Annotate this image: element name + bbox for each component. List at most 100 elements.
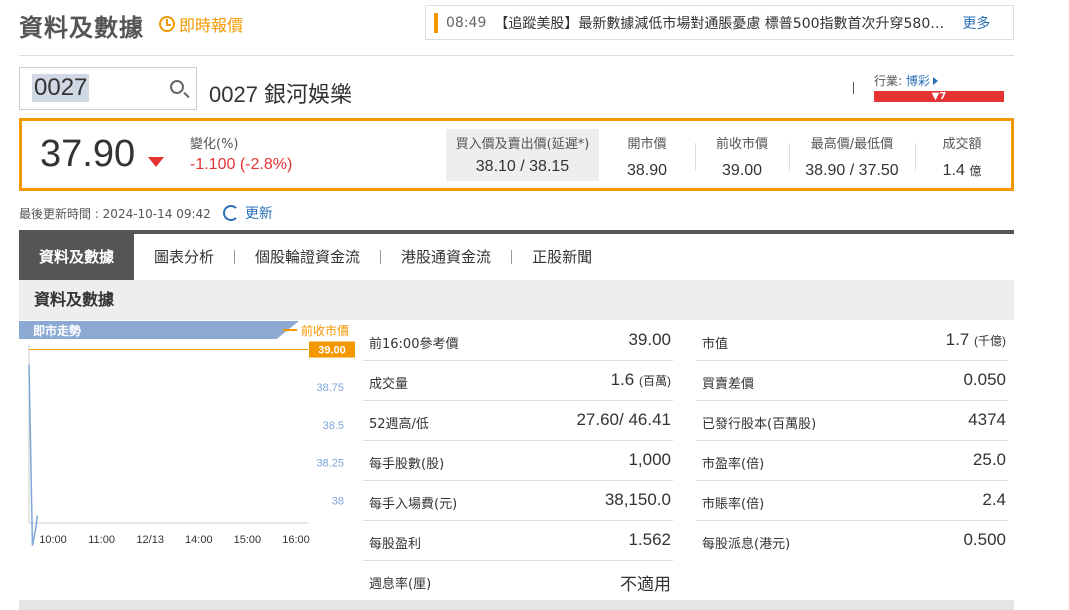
row-value: 1,000 (628, 450, 671, 469)
page-title: 資料及數據 (19, 14, 144, 42)
last-price: 37.90 (40, 133, 136, 175)
row-value: 0.500 (963, 530, 1006, 549)
turnover-unit: 億 (969, 164, 982, 178)
news-marker (434, 12, 438, 33)
row-label: 買賣差價 (702, 377, 755, 392)
table-row: 週息率(厘) 不適用 (363, 561, 673, 601)
row-label: 週息率(厘) (369, 577, 432, 592)
tab-warrant-flow[interactable]: 個股輪證資金流 (235, 234, 380, 280)
bid-ask-value: 38.10 / 38.15 (475, 158, 570, 175)
news-more-link[interactable]: 更多 (962, 13, 990, 33)
x-tick-label: 11:00 (88, 534, 115, 546)
row-label: 52週高/低 (369, 417, 429, 432)
price-series-line (28, 364, 38, 546)
tab-stock-connect-flow[interactable]: 港股通資金流 (381, 234, 511, 280)
row-label: 每股派息(港元) (702, 537, 791, 552)
bid-ask-column: 買入價及賣出價(延遲*) 38.10 / 38.15 (446, 129, 599, 181)
prev-close-column: 前收市價 39.00 (702, 121, 782, 188)
divider (789, 143, 790, 171)
section-title: 資料及數據 (19, 280, 1014, 320)
table-row: 市盈率(倍) 25.0 (696, 441, 1008, 481)
row-label: 已發行股本(百萬股) (702, 417, 817, 432)
table-row: 買賣差價 0.050 (696, 361, 1008, 401)
stock-title: 0027 銀河娛樂 (209, 82, 353, 107)
news-time: 08:49 (446, 14, 487, 31)
last-update-time: 最後更新時間 : 2024-10-14 09:42 (19, 206, 211, 221)
row-label: 前16:00參考價 (369, 337, 459, 352)
x-tick-label: 10:00 (39, 534, 67, 546)
table-row: 52週高/低 27.60/ 46.41 (363, 401, 673, 441)
caret-right-icon (932, 77, 938, 85)
row-label: 每手股數(股) (369, 457, 445, 472)
row-value: 1.562 (628, 530, 671, 549)
prev-close-value: 39.00 (721, 162, 763, 179)
x-tick-label: 14:00 (185, 534, 213, 546)
stock-code-input[interactable]: 0027 (32, 74, 90, 102)
industry-change-bar: ▼7 (874, 91, 1004, 102)
table-row: 市值 1.7 (千億) (696, 321, 1008, 361)
y-tick-label: 38.75 (316, 382, 344, 394)
table-row: 每股派息(港元) 0.500 (696, 521, 1008, 561)
quote-panel: 37.90 變化(%) -1.100 (-2.8%) 買入價及賣出價(延遲*) … (19, 118, 1014, 191)
table-row: 成交量 1.6 (百萬) (363, 361, 673, 401)
row-label: 成交量 (369, 377, 409, 392)
industry-info: 行業: 博彩 (874, 72, 938, 89)
row-label: 市盈率(倍) (702, 457, 765, 472)
industry-link[interactable]: 博彩 (906, 74, 930, 88)
table-row: 已發行股本(百萬股) 4374 (696, 401, 1008, 441)
row-value: 4374 (968, 410, 1006, 429)
table-row: 前16:00參考價 39.00 (363, 321, 673, 361)
row-value: 25.0 (972, 450, 1006, 469)
row-value: 27.60/ 46.41 (576, 410, 671, 429)
x-tick-label: 12/13 (136, 534, 164, 546)
refresh-icon[interactable] (222, 205, 239, 221)
top-bar: 資料及數據 即時報價 08:49 【追蹤美股】最新數據減低市場對通脹憂慮 標普5… (0, 0, 1069, 50)
open-label: 開市價 (627, 137, 667, 152)
row-value: 0.050 (963, 370, 1006, 389)
search-icon[interactable] (170, 80, 184, 94)
divider (19, 55, 1014, 56)
turnover-label: 成交額 (942, 137, 982, 152)
y-tick-label: 38.5 (323, 420, 344, 432)
change-label: 變化(%) (190, 137, 239, 152)
row-value: 1.7 (千億) (945, 330, 1006, 349)
y-tick-label: 38 (332, 495, 344, 507)
stock-search-box[interactable]: 0027 (19, 67, 197, 110)
clock-icon (159, 16, 175, 32)
tab-stock-news[interactable]: 正股新聞 (512, 234, 612, 280)
realtime-quote-link[interactable]: 即時報價 (159, 12, 243, 36)
row-value: 2.4 (982, 490, 1006, 509)
high-low-label: 最高價/最低價 (810, 137, 894, 152)
x-tick-label: 15:00 (234, 534, 262, 546)
news-ticker[interactable]: 08:49 【追蹤美股】最新數據減低市場對通脹憂慮 標普500指數首次升穿580… (425, 5, 1014, 40)
news-headline[interactable]: 【追蹤美股】最新數據減低市場對通脹憂慮 標普500指數首次升穿580… (494, 13, 954, 33)
table-row: 市賬率(倍) 2.4 (696, 481, 1008, 521)
row-value: 不適用 (620, 575, 671, 594)
prev-close-label: 前收市價 (715, 137, 768, 152)
row-value: 39.00 (628, 330, 671, 349)
divider (915, 143, 916, 171)
turnover-number: 1.4 (942, 162, 965, 179)
prev-close-tag-label: 39.00 (318, 345, 346, 357)
divider (695, 143, 696, 171)
tab-chart-analysis[interactable]: 圖表分析 (134, 234, 234, 280)
down-arrow-icon (148, 157, 164, 167)
tab-bar: 資料及數據 圖表分析 個股輪證資金流 港股通資金流 正股新聞 (19, 230, 1014, 280)
table-row: 每股盈利 1.562 (363, 521, 673, 561)
realtime-quote-label: 即時報價 (179, 16, 244, 35)
open-column: 開市價 38.90 (612, 121, 682, 188)
tab-data[interactable]: 資料及數據 (19, 234, 135, 280)
last-update: 最後更新時間 : 2024-10-14 09:42 更新 (19, 203, 273, 223)
x-tick-label: 16:00 (282, 534, 310, 546)
high-low-column: 最高價/最低價 38.90 / 37.50 (794, 121, 910, 188)
row-value: 1.6 (百萬) (610, 370, 671, 389)
turnover-column: 成交額 1.4 億 (922, 121, 1002, 188)
y-tick-label: 38.25 (316, 458, 344, 470)
intraday-chart: 即市走勢 前收市價 39.00 38.75 38.5 38.25 38 10:00 11:0… (19, 321, 355, 551)
row-label: 市值 (702, 337, 729, 352)
refresh-button[interactable]: 更新 (245, 203, 273, 223)
industry-label: 行業: (874, 74, 903, 88)
open-value: 38.90 (626, 162, 668, 179)
row-label: 市賬率(倍) (702, 497, 765, 512)
chart-plot: 39.00 38.75 38.5 38.25 38 10:00 11:00 12/13 14:0… (28, 341, 355, 546)
